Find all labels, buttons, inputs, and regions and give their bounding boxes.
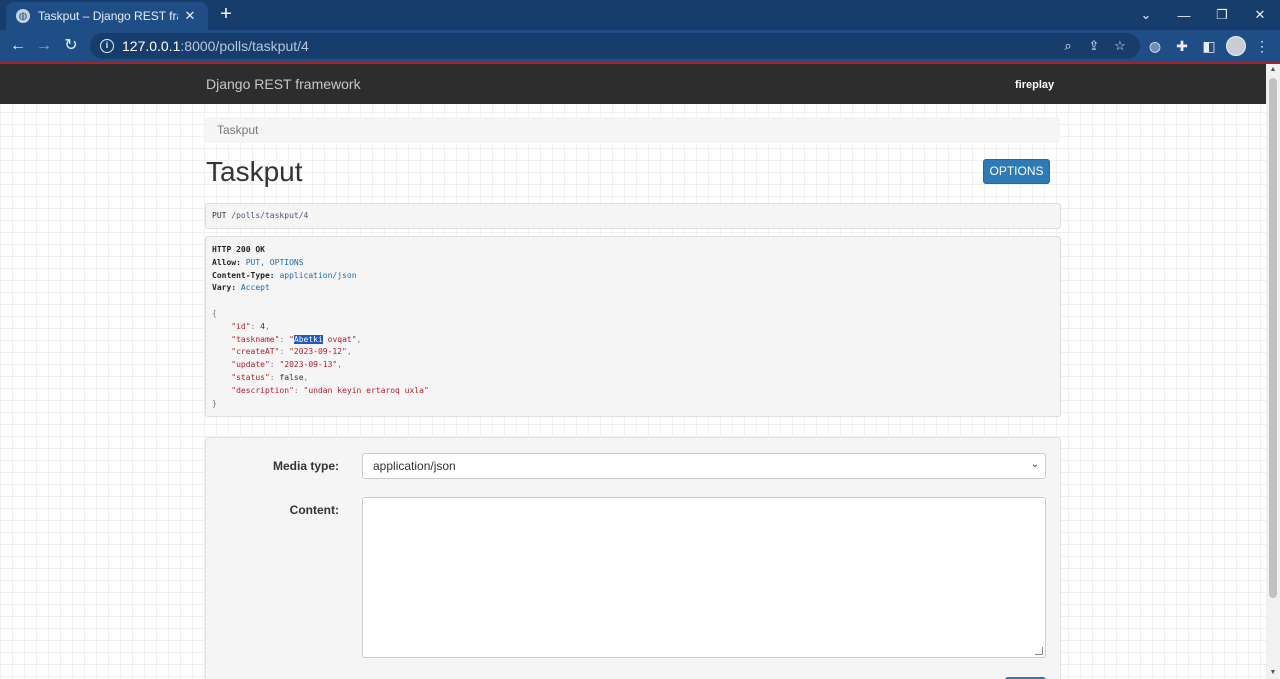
site-info-icon[interactable]: i [100,39,114,53]
close-tab-icon[interactable]: ✕ [182,8,198,24]
request-path: /polls/taskput/4 [226,211,309,220]
selected-text: Abetki [293,334,323,344]
media-type-value: application/json [373,459,456,473]
breadcrumb: Taskput [205,117,1060,143]
media-type-label: Media type: [272,459,339,473]
options-button[interactable]: OPTIONS [983,159,1050,184]
scroll-up-icon[interactable]: ▲ [1266,64,1280,76]
response-info: HTTP 200 OK Allow: PUT, OPTIONS Content-… [205,236,1061,417]
content-textarea[interactable] [362,497,1046,658]
brand-link[interactable]: Django REST framework [206,76,361,92]
json-key-status: "status" [231,372,270,382]
header-allow-value: PUT, OPTIONS [240,257,304,267]
content-label: Content: [289,503,339,517]
url-path: :8000/polls/taskput/4 [180,38,309,54]
raw-data-form: Media type: application/json ⌄ Content: [205,437,1061,679]
maximize-icon[interactable]: ❐ [1203,0,1241,30]
forward-icon[interactable]: → [34,36,54,56]
header-content-type-value: application/json [274,270,357,280]
chevron-down-icon: ⌄ [1030,459,1039,470]
share-icon[interactable]: ⇪ [1086,38,1102,54]
page-scrollbar[interactable]: ▲ ▼ [1266,64,1280,679]
drf-navbar: Django REST framework fireplay [0,64,1266,104]
minimize-icon[interactable]: — [1165,0,1203,30]
response-status: HTTP 200 OK [212,245,265,254]
back-icon[interactable]: ← [8,36,28,56]
browser-tab[interactable]: ◍ Taskput – Django REST framewor ✕ [6,2,208,30]
profile-avatar[interactable] [1226,36,1246,56]
json-key-taskname: "taskname" [231,334,280,344]
side-panel-icon[interactable]: ◧ [1199,36,1219,56]
breadcrumb-item[interactable]: Taskput [217,123,258,137]
json-value-status: false [279,372,304,382]
header-allow-name: Allow: [212,257,241,267]
json-open-brace: { [212,308,217,318]
tab-title: Taskput – Django REST framewor [38,9,178,23]
extensions-puzzle-icon[interactable]: ✚ [1172,36,1192,56]
scroll-thumb[interactable] [1269,78,1277,598]
new-tab-icon[interactable]: + [216,4,236,24]
page-viewport: Django REST framework fireplay Taskput T… [0,64,1266,679]
zoom-icon[interactable]: ⌕ [1060,38,1076,54]
scroll-down-icon[interactable]: ▼ [1266,667,1280,679]
browser-toolbar: ← → ↻ i 127.0.0.1:8000/polls/taskput/4 ⌕… [0,30,1280,62]
tab-strip: ◍ Taskput – Django REST framewor ✕ + ⌄ —… [0,0,1280,30]
json-value-createAT: "2023-09-12" [289,347,347,357]
globe-icon: ◍ [16,9,30,23]
request-method: PUT [212,211,227,220]
menu-kebab-icon[interactable]: ⋮ [1252,36,1272,56]
user-menu[interactable]: fireplay [1015,79,1054,91]
header-content-type-name: Content-Type: [212,270,275,280]
json-key-id: "id" [231,321,251,331]
resize-grip-icon[interactable] [1035,647,1043,655]
json-value-taskname-rest: ovqat" [322,334,357,344]
header-vary-value: Accept [236,283,270,293]
json-key-update: "update" [231,360,270,370]
header-vary-name: Vary: [212,283,237,293]
media-type-select[interactable]: application/json ⌄ [362,453,1046,479]
json-value-description: "undan keyin ertaroq uxla" [303,385,429,395]
json-key-createAT: "createAT" [231,347,280,357]
bookmark-star-icon[interactable]: ☆ [1112,38,1128,54]
address-bar[interactable]: i 127.0.0.1:8000/polls/taskput/4 ⌕ ⇪ ☆ [90,33,1140,59]
json-key-description: "description" [231,385,294,395]
reload-icon[interactable]: ↻ [61,36,81,56]
json-close-brace: } [212,398,217,408]
tab-search-icon[interactable]: ⌄ [1127,0,1165,30]
close-window-icon[interactable]: ✕ [1241,0,1279,30]
page-title: Taskput [206,156,303,187]
request-info: PUT /polls/taskput/4 [205,203,1061,229]
url-host: 127.0.0.1 [122,38,181,54]
extension-globe-icon[interactable]: ◍ [1145,36,1165,56]
json-value-update: "2023-09-13" [279,360,338,370]
